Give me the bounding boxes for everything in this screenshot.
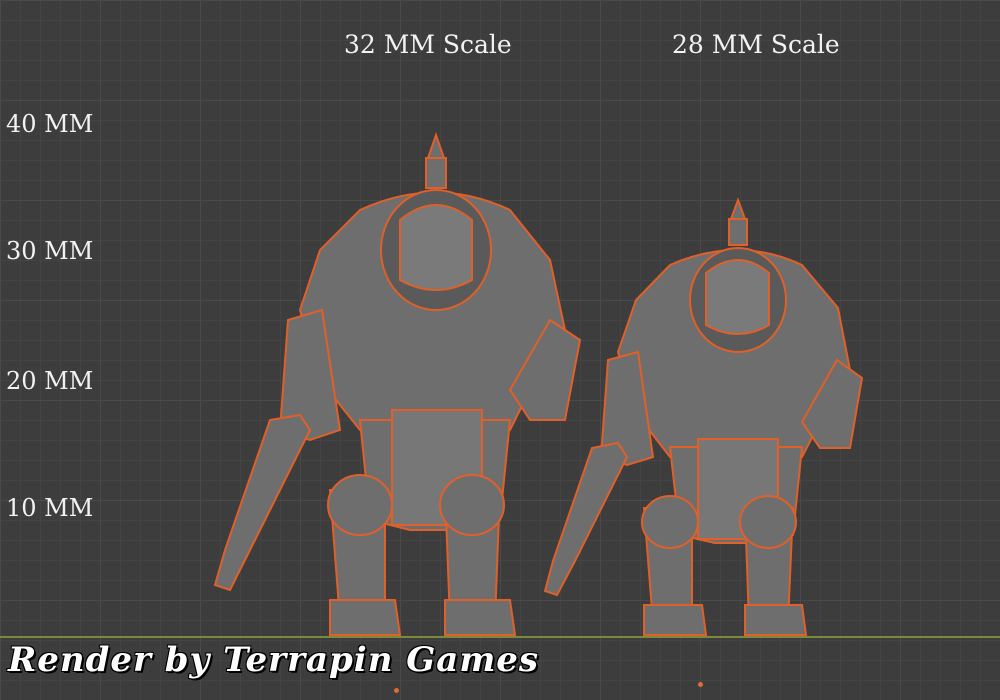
miniature-32mm[interactable] [210,130,590,640]
scale-label-28mm: 28 MM Scale [672,30,840,59]
scale-label-32mm: 32 MM Scale [344,30,512,59]
marker-30mm: 30 MM [6,237,94,265]
marker-10mm: 10 MM [6,494,94,522]
marker-20mm: 20 MM [6,367,94,395]
miniature-28mm[interactable] [540,195,870,640]
marker-40mm: 40 MM [6,110,94,138]
render-credit: Render by Terrapin Games [8,640,540,680]
origin-marker [698,682,703,687]
origin-marker [394,688,399,693]
